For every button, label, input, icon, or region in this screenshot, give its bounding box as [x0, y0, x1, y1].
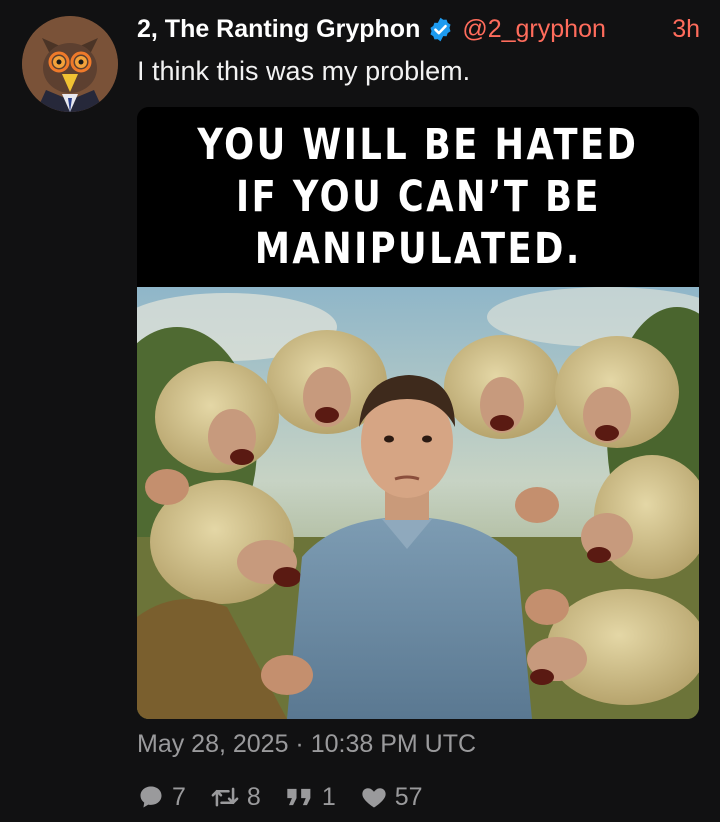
repost-count: 8: [246, 782, 261, 811]
post-header: 2, The Ranting Gryphon @2_gryphon 3h: [137, 12, 700, 46]
quote-icon: [287, 788, 311, 806]
post-text: I think this was my problem.: [137, 56, 471, 86]
repost-arrows-icon: [211, 787, 239, 807]
sheep-painting: [137, 287, 699, 719]
caption-line-3: MANIPULATED.: [254, 224, 582, 274]
author-handle[interactable]: @2_gryphon: [462, 15, 606, 44]
heart-icon: [362, 788, 386, 808]
relative-time[interactable]: 3h: [672, 15, 700, 44]
like-count: 57: [394, 782, 423, 811]
reply-button[interactable]: 7: [137, 783, 186, 812]
repost-button[interactable]: 8: [210, 783, 261, 812]
author-avatar[interactable]: [22, 16, 118, 112]
image-caption: YOU WILL BE HATED IF YOU CAN’T BE MANIPU…: [137, 107, 699, 287]
caption-line-1: YOU WILL BE HATED: [197, 120, 639, 170]
quote-button[interactable]: 1: [285, 783, 336, 812]
author-name[interactable]: 2, The Ranting Gryphon: [137, 15, 420, 44]
post-image[interactable]: YOU WILL BE HATED IF YOU CAN’T BE MANIPU…: [137, 107, 699, 719]
quote-count: 1: [321, 782, 336, 811]
reply-bubble-icon: [140, 786, 162, 808]
action-bar: 7 8 1 57: [137, 780, 447, 814]
reply-count: 7: [172, 782, 186, 811]
verified-badge-icon: [430, 17, 451, 41]
caption-line-2: IF YOU CAN’T BE: [235, 172, 601, 222]
like-button[interactable]: 57: [360, 783, 423, 812]
post-timestamp[interactable]: May 28, 2025 · 10:38 PM UTC: [137, 730, 476, 759]
